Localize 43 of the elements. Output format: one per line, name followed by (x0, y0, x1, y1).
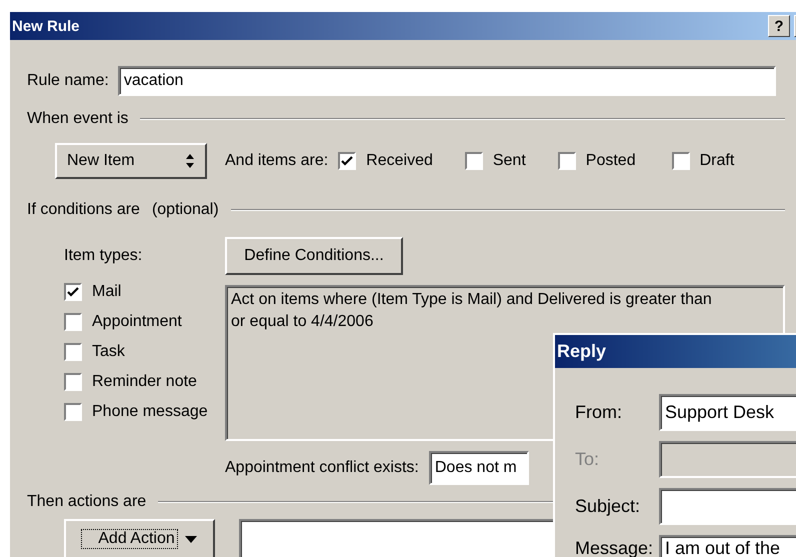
checkbox[interactable] (64, 403, 82, 421)
section-heading: When event is (27, 110, 128, 128)
checkbox-label: Sent (492, 152, 526, 170)
window-title: Reply (557, 341, 606, 362)
checkbox[interactable] (338, 152, 356, 170)
field-label: Item types: (64, 247, 144, 265)
field-label: Rule name: (27, 72, 109, 90)
rule-name-field[interactable]: vacation (118, 66, 776, 96)
field-label: Message: (575, 538, 654, 557)
checkbox-label: Reminder note (92, 373, 197, 391)
add-action-button[interactable]: Add Action (64, 519, 215, 557)
checkbox[interactable] (558, 152, 576, 170)
checkbox[interactable] (64, 343, 82, 361)
checkbox-label: Draft (700, 152, 734, 170)
conflict-dropdown[interactable]: Does not m (428, 451, 529, 485)
checkbox[interactable] (64, 373, 82, 391)
field-label: And items are: (225, 152, 328, 170)
help-button[interactable]: ? (768, 15, 790, 37)
checkbox[interactable] (672, 152, 690, 170)
checkbox-label: Received (366, 152, 433, 170)
optional-note: (optional) (152, 201, 219, 219)
section-heading: If conditions are (27, 201, 140, 219)
reply-field[interactable]: Support Desk (659, 394, 796, 431)
checkbox-label: Task (92, 343, 125, 361)
reply-field[interactable]: I am out of the (659, 535, 796, 557)
caret-icon (184, 536, 197, 542)
checkbox[interactable] (64, 313, 82, 331)
reply-field[interactable] (659, 488, 796, 525)
checkbox-label: Posted (586, 152, 636, 170)
field-label: From: (575, 402, 623, 423)
checkbox-label: Mail (92, 283, 122, 301)
field-label: Subject: (575, 496, 642, 517)
section-heading: Then actions are (27, 493, 146, 511)
checkbox[interactable] (64, 283, 82, 301)
checkbox-label: Phone message (92, 403, 208, 421)
field-label: Appointment conflict exists: (225, 459, 419, 477)
event-dropdown[interactable]: New Item (55, 143, 207, 179)
spinner-icon (185, 153, 195, 169)
window-title: New Rule (12, 18, 80, 34)
define-conditions-button[interactable]: Define Conditions... (225, 237, 403, 275)
checkbox[interactable] (464, 152, 483, 170)
field-label: To: (575, 449, 600, 470)
checkbox-label: Appointment (92, 313, 182, 331)
